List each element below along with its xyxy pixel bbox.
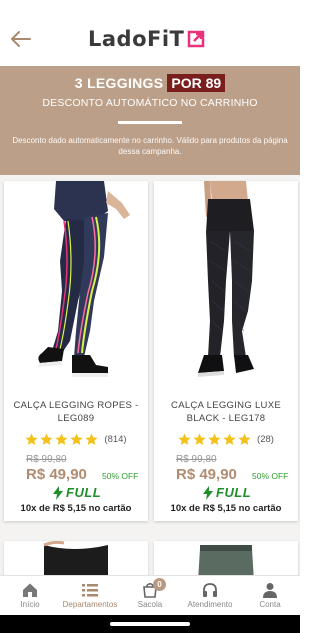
headset-icon [203, 583, 217, 597]
top-bar: LadoFiT [0, 0, 300, 66]
banner-title-main: 3 LEGGINGS [74, 75, 164, 91]
product-card[interactable]: CALÇA LEGGING ROPES - LEG089 (814) R$ 99… [4, 181, 148, 521]
home-icon [23, 583, 37, 597]
price: R$ 49,90 [26, 466, 87, 483]
lightning-icon [53, 485, 63, 500]
nav-label: Departamentos [62, 600, 118, 609]
nav-label: Conta [259, 600, 281, 609]
star-icon [40, 433, 53, 445]
banner-divider [118, 121, 182, 124]
rating-count: (814) [104, 434, 127, 445]
logo-text: LadoFiT [88, 27, 185, 51]
star-icon [85, 433, 98, 445]
full-shipping-badge: FULL [202, 485, 251, 500]
lightning-icon [203, 485, 213, 500]
product-rating: (28) [154, 433, 298, 446]
banner-title: 3 LEGGINGS POR 89 [0, 74, 300, 92]
star-icon [193, 433, 206, 445]
back-arrow-icon[interactable] [8, 28, 34, 50]
logo-mark-icon [188, 30, 205, 48]
nav-item-conta[interactable]: Conta [240, 576, 300, 615]
installments: 10x de R$ 5,15 no cartão [20, 503, 132, 514]
banner-title-highlight: POR 89 [167, 74, 226, 92]
installments: 10x de R$ 5,15 no cartão [170, 503, 282, 514]
home-indicator[interactable] [110, 622, 190, 626]
nav-item-atendimento[interactable]: Atendimento [180, 576, 240, 615]
rating-count: (28) [257, 434, 274, 445]
system-navigation-bar [0, 615, 300, 633]
list-icon [82, 584, 98, 597]
nav-label: Início [20, 600, 40, 609]
full-shipping-badge: FULL [52, 485, 101, 500]
product-rating: (814) [4, 433, 148, 446]
star-icon [208, 433, 221, 445]
star-icon [223, 433, 236, 445]
star-icon [178, 433, 191, 445]
nav-label: Sacola [137, 600, 163, 609]
user-icon [263, 583, 277, 598]
product-name[interactable]: CALÇA LEGGING LUXE BLACK - LEG178 [160, 399, 292, 425]
full-label: FULL [216, 485, 252, 500]
price: R$ 49,90 [176, 466, 237, 483]
product-name[interactable]: CALÇA LEGGING ROPES - LEG089 [10, 399, 142, 425]
product-card[interactable]: CALÇA LEGGING LUXE BLACK - LEG178 (28) R… [154, 181, 298, 521]
banner-note: Desconto dado automaticamente no carrinh… [12, 136, 288, 156]
nav-item-departamentos[interactable]: Departamentos [60, 576, 120, 615]
discount-label: 50% OFF [102, 471, 139, 481]
nav-item-sacola[interactable]: 0 Sacola [120, 576, 180, 615]
star-icon [238, 433, 251, 445]
old-price: R$ 99,80 [176, 454, 217, 465]
nav-item-inicio[interactable]: Início [0, 576, 60, 615]
discount-label: 50% OFF [252, 471, 289, 481]
bag-count-badge: 0 [153, 578, 166, 591]
banner-subtitle: DESCONTO AUTOMÁTICO NO CARRINHO [42, 97, 258, 109]
full-label: FULL [66, 485, 102, 500]
old-price: R$ 99,80 [26, 454, 67, 465]
star-icon [55, 433, 68, 445]
star-icon [25, 433, 38, 445]
bottom-nav: Início Departamentos 0 Sacola Atendiment… [0, 575, 300, 615]
product-image[interactable] [154, 181, 298, 387]
promo-banner: 3 LEGGINGS POR 89 DESCONTO AUTOMÁTICO NO… [0, 66, 300, 175]
logo[interactable]: LadoFiT [88, 26, 206, 52]
product-image[interactable] [4, 181, 148, 387]
nav-label: Atendimento [187, 600, 233, 609]
star-icon [70, 433, 83, 445]
